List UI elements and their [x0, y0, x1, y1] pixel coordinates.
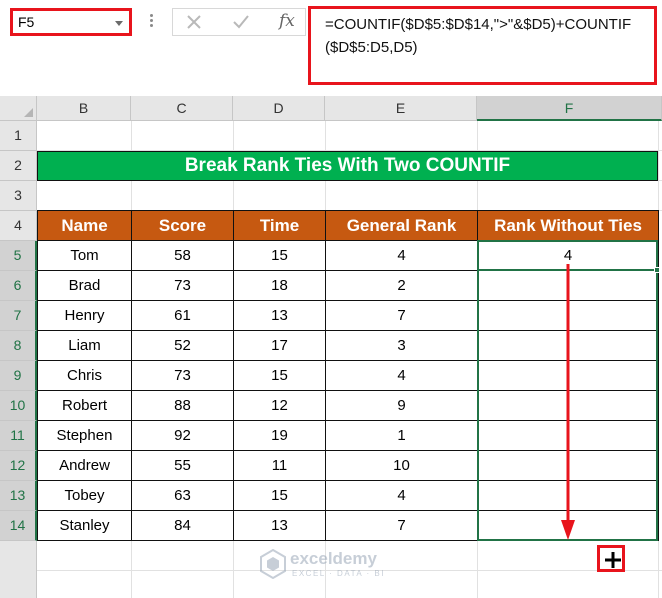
- header-time[interactable]: Time: [233, 210, 326, 241]
- table-cell[interactable]: 2: [325, 270, 478, 301]
- table-cell[interactable]: 11: [233, 450, 326, 481]
- more-options-icon[interactable]: [148, 12, 154, 32]
- column-header-b[interactable]: B: [37, 96, 131, 121]
- table-cell[interactable]: 15: [233, 480, 326, 511]
- row-header-1[interactable]: 1: [0, 121, 37, 151]
- header-general-rank[interactable]: General Rank: [325, 210, 478, 241]
- row-header-11[interactable]: 11: [0, 421, 37, 451]
- plus-icon: [605, 552, 621, 568]
- table-cell[interactable]: 17: [233, 330, 326, 361]
- table-cell[interactable]: 9: [325, 390, 478, 421]
- table-cell[interactable]: 13: [233, 510, 326, 541]
- table-cell[interactable]: 10: [325, 450, 478, 481]
- exceldemy-logo-icon: [260, 549, 286, 579]
- table-cell[interactable]: 1: [325, 420, 478, 451]
- table-cell[interactable]: 7: [325, 510, 478, 541]
- row-header-2[interactable]: 2: [0, 151, 37, 181]
- row-header-14[interactable]: 14: [0, 511, 37, 541]
- row-header-8[interactable]: 8: [0, 331, 37, 361]
- fill-handle[interactable]: [654, 267, 660, 273]
- formula-bar-buttons: fx: [172, 8, 306, 36]
- table-cell[interactable]: 15: [233, 240, 326, 271]
- row-header-3[interactable]: 3: [0, 181, 37, 211]
- table-cell[interactable]: Brad: [37, 270, 132, 301]
- header-name[interactable]: Name: [37, 210, 132, 241]
- name-box[interactable]: F5: [10, 8, 132, 36]
- table-cell[interactable]: 84: [131, 510, 234, 541]
- header-rank-without-ties[interactable]: Rank Without Ties: [477, 210, 659, 241]
- table-cell[interactable]: 3: [325, 330, 478, 361]
- table-cell[interactable]: Andrew: [37, 450, 132, 481]
- row-header-9[interactable]: 9: [0, 361, 37, 391]
- column-header-c[interactable]: C: [131, 96, 233, 121]
- column-header-f[interactable]: F: [477, 96, 662, 121]
- enter-button[interactable]: [223, 9, 257, 35]
- exceldemy-watermark: exceldemy EXCEL · DATA · BI: [260, 547, 410, 583]
- sheet-title[interactable]: Break Rank Ties With Two COUNTIF: [37, 151, 658, 181]
- column-header-e[interactable]: E: [325, 96, 477, 121]
- cancel-button[interactable]: [177, 9, 211, 35]
- row-header-13[interactable]: 13: [0, 481, 37, 511]
- table-cell[interactable]: 12: [233, 390, 326, 421]
- table-cell[interactable]: 92: [131, 420, 234, 451]
- formula-input[interactable]: =COUNTIF($D$5:$D$14,">"&$D5)+COUNTIF($D$…: [308, 6, 657, 85]
- row-header-10[interactable]: 10: [0, 391, 37, 421]
- close-icon: [187, 15, 201, 29]
- table-cell[interactable]: 4: [325, 360, 478, 391]
- table-cell[interactable]: 73: [131, 270, 234, 301]
- table-cell[interactable]: 15: [233, 360, 326, 391]
- table-cell[interactable]: 73: [131, 360, 234, 391]
- table-cell[interactable]: 58: [131, 240, 234, 271]
- row-header-4[interactable]: 4: [0, 211, 37, 241]
- row-header-6[interactable]: 6: [0, 271, 37, 301]
- table-cell[interactable]: 55: [131, 450, 234, 481]
- header-score[interactable]: Score: [131, 210, 234, 241]
- table-cell[interactable]: Tobey: [37, 480, 132, 511]
- row-header-5[interactable]: 5: [0, 241, 37, 271]
- name-box-value: F5: [18, 14, 35, 30]
- row-header-12[interactable]: 12: [0, 451, 37, 481]
- table-cell[interactable]: 4: [325, 480, 478, 511]
- column-header-d[interactable]: D: [233, 96, 325, 121]
- table-header-row: Name Score Time General Rank Rank Withou…: [37, 210, 659, 241]
- table-cell[interactable]: 13: [233, 300, 326, 331]
- select-all-button[interactable]: [0, 96, 37, 121]
- fill-handle-cursor: [597, 545, 625, 572]
- table-cell[interactable]: 19: [233, 420, 326, 451]
- table-cell[interactable]: Stanley: [37, 510, 132, 541]
- checkmark-icon: [233, 15, 249, 29]
- chevron-down-icon[interactable]: [115, 21, 123, 26]
- watermark-name: exceldemy: [290, 549, 377, 568]
- table-cell[interactable]: Robert: [37, 390, 132, 421]
- table-cell[interactable]: Chris: [37, 360, 132, 391]
- table-cell[interactable]: Henry: [37, 300, 132, 331]
- table-cell[interactable]: Tom: [37, 240, 132, 271]
- table-cell[interactable]: 61: [131, 300, 234, 331]
- insert-function-button[interactable]: fx: [279, 11, 295, 31]
- table-cell[interactable]: 7: [325, 300, 478, 331]
- row-header-7[interactable]: 7: [0, 301, 37, 331]
- watermark-tagline: EXCEL · DATA · BI: [292, 569, 385, 578]
- table-cell[interactable]: 88: [131, 390, 234, 421]
- table-cell[interactable]: Liam: [37, 330, 132, 361]
- table-cell[interactable]: Stephen: [37, 420, 132, 451]
- table-cell[interactable]: 63: [131, 480, 234, 511]
- row-header-15[interactable]: [0, 541, 37, 598]
- table-cell[interactable]: 4: [325, 240, 478, 271]
- table-cell[interactable]: 52: [131, 330, 234, 361]
- fill-down-arrow-icon: [561, 264, 575, 540]
- table-cell[interactable]: 18: [233, 270, 326, 301]
